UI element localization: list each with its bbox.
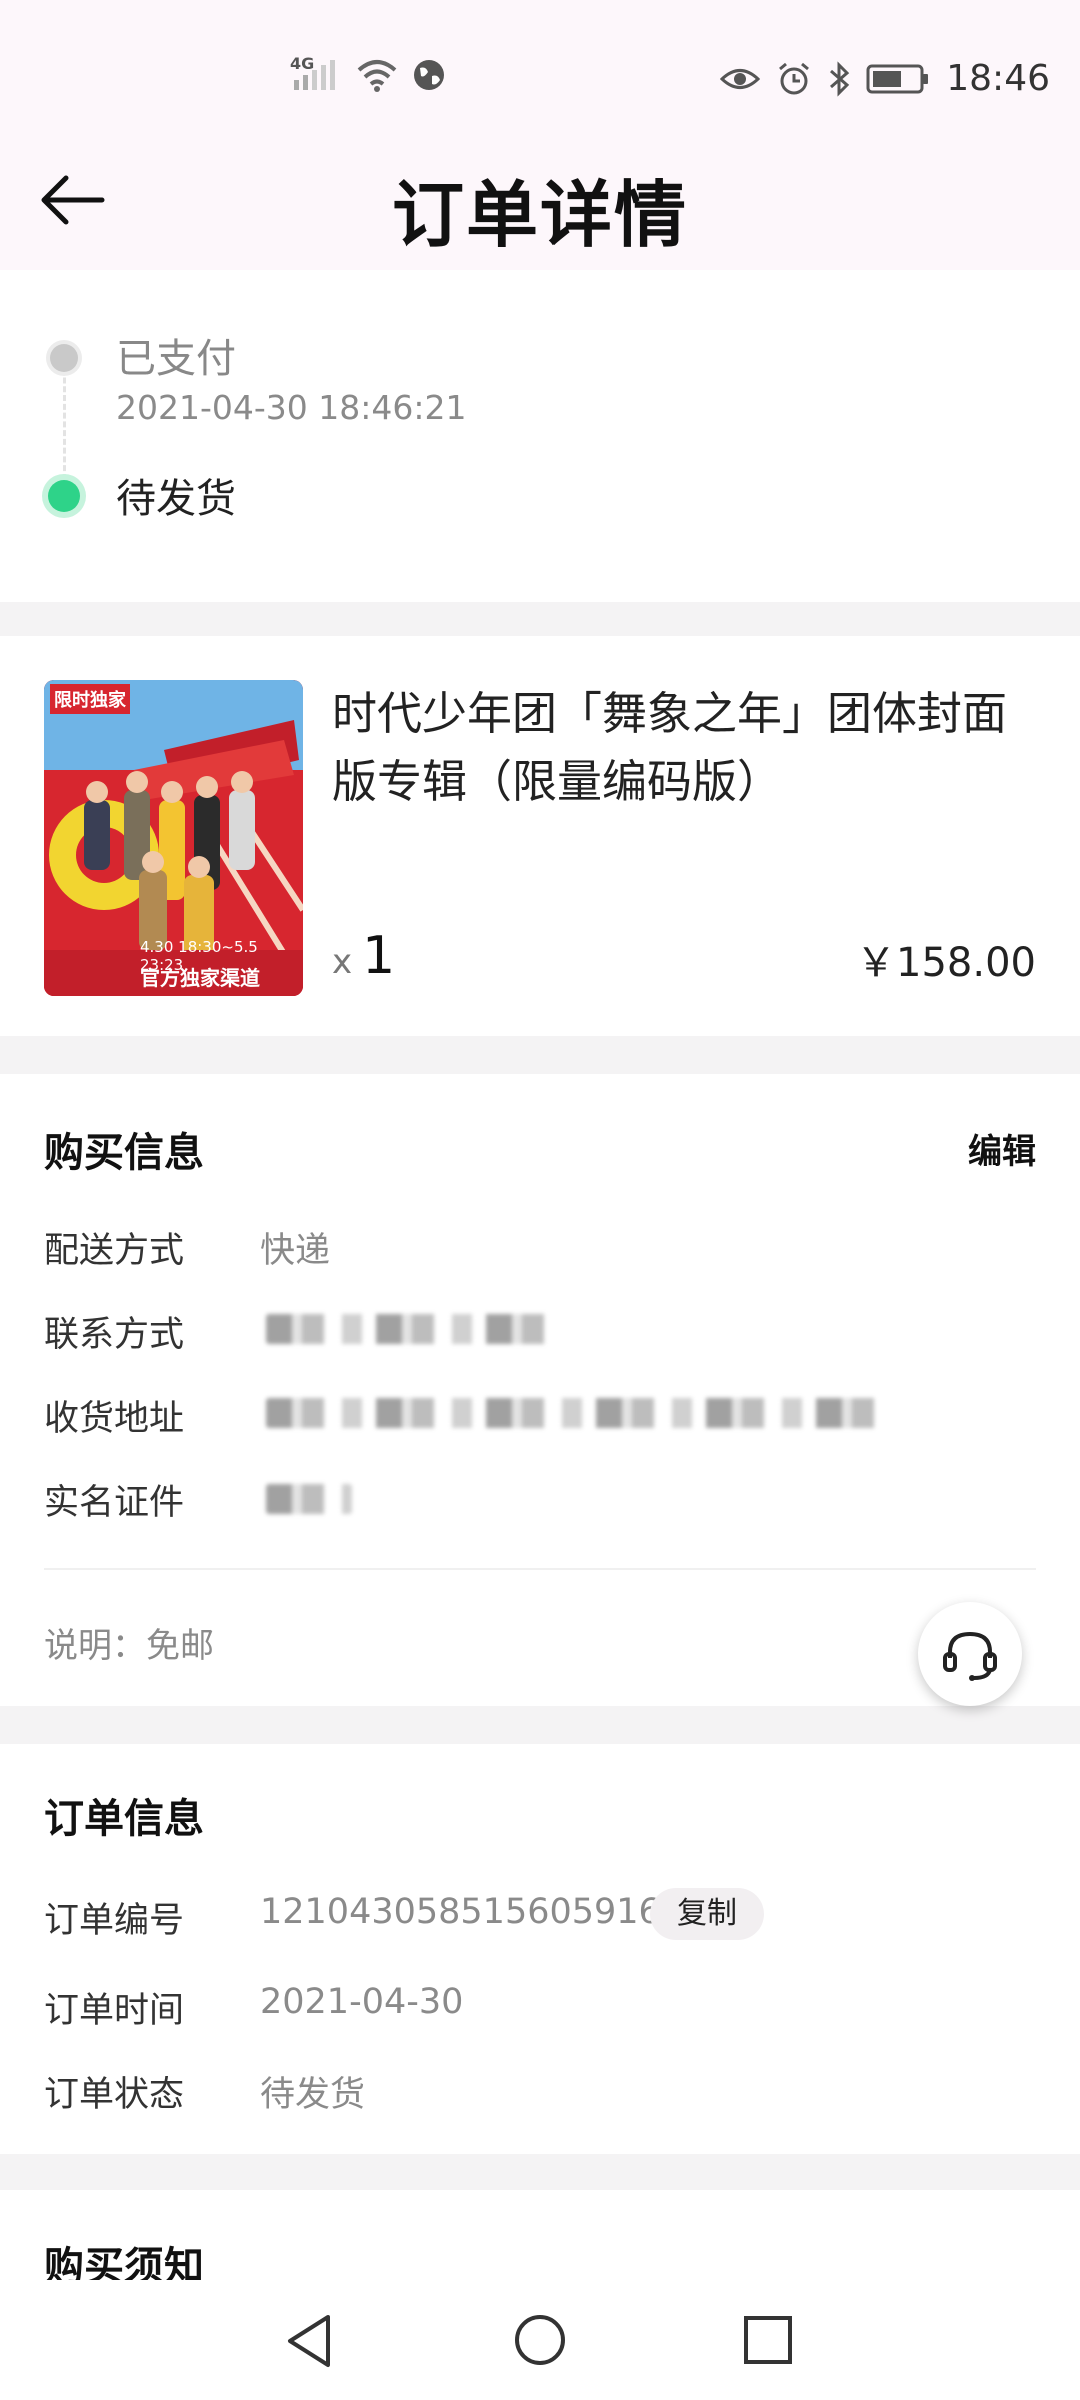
quantity-value: 1 [362, 926, 396, 986]
id-document-label: 实名证件 [44, 1483, 185, 1523]
edit-button[interactable]: 编辑 [968, 1124, 1036, 1173]
signal-icon: 4G [290, 54, 342, 92]
globe-icon [414, 60, 444, 90]
product-card[interactable]: 限时独家 4.30 18:30~5.5 23:23 官方独家渠道 时代少年团「舞… [0, 636, 1080, 1036]
nav-back-icon[interactable] [282, 2312, 336, 2370]
order-timeline: 已支付 2021-04-30 18:46:21 待发货 [0, 270, 1080, 602]
order-info-title: 订单信息 [44, 1796, 204, 1842]
product-name: 时代少年团「舞象之年」团体封面版专辑（限量编码版） [332, 687, 1008, 808]
product-quantity: x1 [332, 926, 395, 986]
alarm-icon [779, 62, 810, 94]
status-bar: 4G 18:46 [0, 0, 1080, 130]
contact-value-redacted [266, 1314, 550, 1344]
order-status-value: 待发货 [260, 2075, 366, 2115]
order-number-label: 订单编号 [44, 1901, 185, 1941]
quantity-prefix: x [332, 942, 353, 982]
network-type: 4G [290, 54, 315, 73]
system-nav-bar [0, 2280, 1080, 2400]
timeline-dot-current [48, 480, 80, 512]
headset-icon [943, 1631, 997, 1681]
copy-button[interactable]: 复制 [650, 1888, 764, 1940]
purchase-info-title: 购买信息 [44, 1130, 204, 1176]
id-document-value-redacted [266, 1484, 352, 1514]
timeline-paid-time: 2021-04-30 18:46:21 [116, 388, 467, 427]
cover-tag: 限时独家 [50, 684, 130, 714]
timeline-status-paid: 已支付 [116, 336, 236, 382]
status-bar-left: 4G [290, 54, 446, 92]
page-title: 订单详情 [391, 173, 688, 257]
nav-home-icon[interactable] [512, 2312, 568, 2368]
product-price: ￥158.00 [856, 940, 1036, 986]
purchase-info-section: 购买信息 编辑 配送方式 快递 联系方式 收货地址 实名证件 说明：免邮 [0, 1074, 1080, 1706]
delivery-method-value: 快递 [260, 1231, 331, 1271]
timeline-dot-paid [50, 344, 78, 372]
clock: 18:46 [946, 58, 1050, 99]
product-cover-image[interactable]: 限时独家 4.30 18:30~5.5 23:23 官方独家渠道 [44, 680, 303, 996]
cover-channel: 官方独家渠道 [140, 966, 260, 990]
order-number-value: 1210430585156059166 [260, 1892, 684, 1932]
delivery-method-label: 配送方式 [44, 1231, 185, 1271]
order-time-label: 订单时间 [44, 1991, 185, 2031]
battery-icon [866, 64, 929, 93]
section-divider [44, 1568, 1036, 1570]
app-header: 订单详情 [0, 130, 1080, 270]
order-time-value: 2021-04-30 [260, 1982, 464, 2022]
shipping-note: 说明：免邮 [44, 1626, 214, 1666]
timeline-status-current: 待发货 [116, 476, 236, 522]
order-info-section: 订单信息 订单编号 1210430585156059166 复制 订单时间 20… [0, 1744, 1080, 2154]
nav-recents-icon[interactable] [742, 2314, 794, 2366]
customer-service-button[interactable] [918, 1602, 1022, 1706]
status-bar-right: 18:46 [720, 58, 1050, 99]
eye-icon [720, 68, 761, 89]
bluetooth-icon [830, 60, 850, 97]
order-status-label: 订单状态 [44, 2075, 185, 2115]
contact-label: 联系方式 [44, 1315, 185, 1355]
wifi-icon [357, 60, 397, 92]
address-value-redacted [266, 1398, 886, 1428]
address-label: 收货地址 [44, 1399, 185, 1439]
